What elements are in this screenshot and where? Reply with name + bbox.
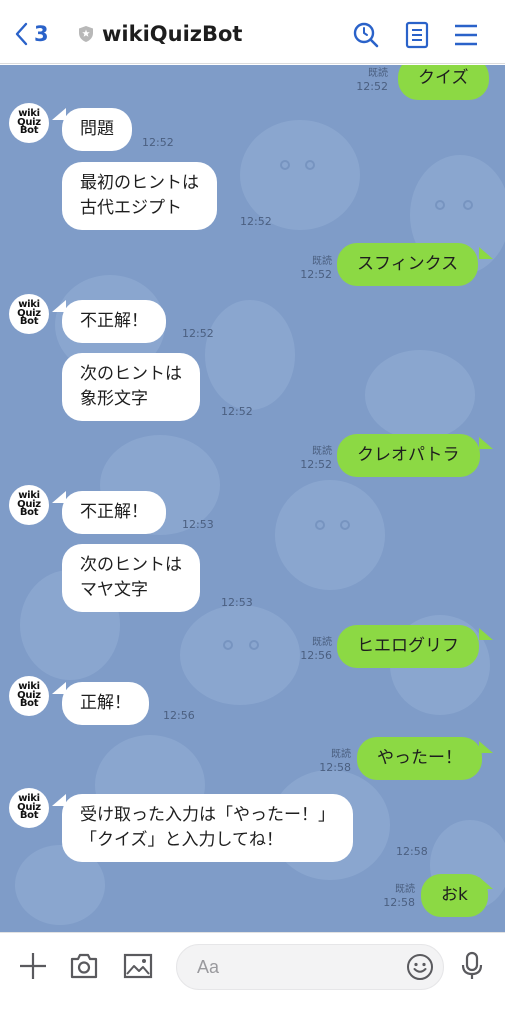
camera-icon (70, 953, 98, 979)
message-meta: 既読 12:58 (319, 749, 351, 774)
message-time: 12:52 (240, 215, 272, 228)
message-meta: 既読 12:58 (383, 884, 415, 909)
message-composer: Aa (0, 932, 505, 1015)
outgoing-message[interactable]: スフィンクス (337, 243, 479, 286)
image-icon (123, 953, 153, 979)
bot-avatar[interactable]: wiki Quiz Bot (9, 676, 49, 716)
incoming-message[interactable]: 不正解！ (62, 491, 166, 534)
menu-button[interactable] (454, 21, 478, 49)
notes-button[interactable] (405, 21, 429, 49)
unread-count: 3 (34, 22, 49, 46)
outgoing-message[interactable]: ヒエログリフ (337, 625, 479, 668)
message-meta: 既読 12:56 (300, 637, 332, 662)
bubble-tail (479, 247, 493, 259)
message-time: 12:52 (221, 405, 253, 418)
message-time: 12:52 (182, 327, 214, 340)
camera-button[interactable] (69, 952, 99, 980)
add-button[interactable] (19, 952, 47, 980)
outgoing-message[interactable]: クイズ (398, 65, 489, 100)
message-time: 12:53 (221, 596, 253, 609)
incoming-message[interactable]: 問題 (62, 108, 132, 151)
image-button[interactable] (123, 952, 153, 980)
bot-avatar[interactable]: wiki Quiz Bot (9, 485, 49, 525)
chat-area[interactable]: 既読 12:52 クイズ wiki Quiz Bot 問題 12:52 最初のヒントは… (0, 65, 505, 932)
incoming-message[interactable]: 次のヒントは 象形文字 (62, 353, 200, 421)
outgoing-message[interactable]: クレオパトラ (337, 434, 480, 477)
message-meta: 既読 12:52 (300, 256, 332, 281)
incoming-message[interactable]: 次のヒントは マヤ文字 (62, 544, 200, 612)
back-button[interactable]: 3 (14, 22, 49, 46)
chat-title-area[interactable]: wikiQuizBot (78, 22, 242, 46)
chat-title: wikiQuizBot (102, 22, 243, 46)
microphone-button[interactable] (461, 951, 483, 981)
plus-icon (20, 953, 46, 979)
chevron-left-icon (15, 22, 28, 46)
message-input[interactable]: Aa (176, 944, 444, 990)
message-meta: 既読 12:52 (300, 446, 332, 471)
incoming-message[interactable]: 不正解！ (62, 300, 166, 343)
message-time: 12:52 (142, 136, 174, 149)
microphone-icon (461, 951, 483, 979)
incoming-message[interactable]: 正解！ (62, 682, 149, 725)
bubble-tail (479, 437, 493, 449)
bot-avatar[interactable]: wiki Quiz Bot (9, 788, 49, 828)
outgoing-message[interactable]: やったー！ (357, 737, 482, 780)
message-time: 12:53 (182, 518, 214, 531)
search-icon (353, 22, 379, 48)
bot-avatar[interactable]: wiki Quiz Bot (9, 294, 49, 334)
shield-badge-icon (79, 26, 93, 42)
emoji-icon (407, 954, 433, 980)
search-button[interactable] (352, 21, 380, 49)
bubble-tail (479, 628, 493, 640)
message-time: 12:58 (396, 845, 428, 858)
incoming-message[interactable]: 最初のヒントは 古代エジプト (62, 162, 217, 230)
outgoing-message[interactable]: おk (421, 874, 488, 917)
hamburger-menu-icon (455, 24, 477, 46)
chat-header: 3 wikiQuizBot (0, 0, 505, 64)
message-meta: 既読 12:52 (356, 68, 388, 93)
incoming-message[interactable]: 受け取った入力は「やったー！」 「クイズ」と入力してね！ (62, 794, 353, 862)
message-time: 12:56 (163, 709, 195, 722)
emoji-button[interactable] (406, 953, 434, 981)
bot-avatar[interactable]: wiki Quiz Bot (9, 103, 49, 143)
notes-icon (405, 21, 429, 49)
